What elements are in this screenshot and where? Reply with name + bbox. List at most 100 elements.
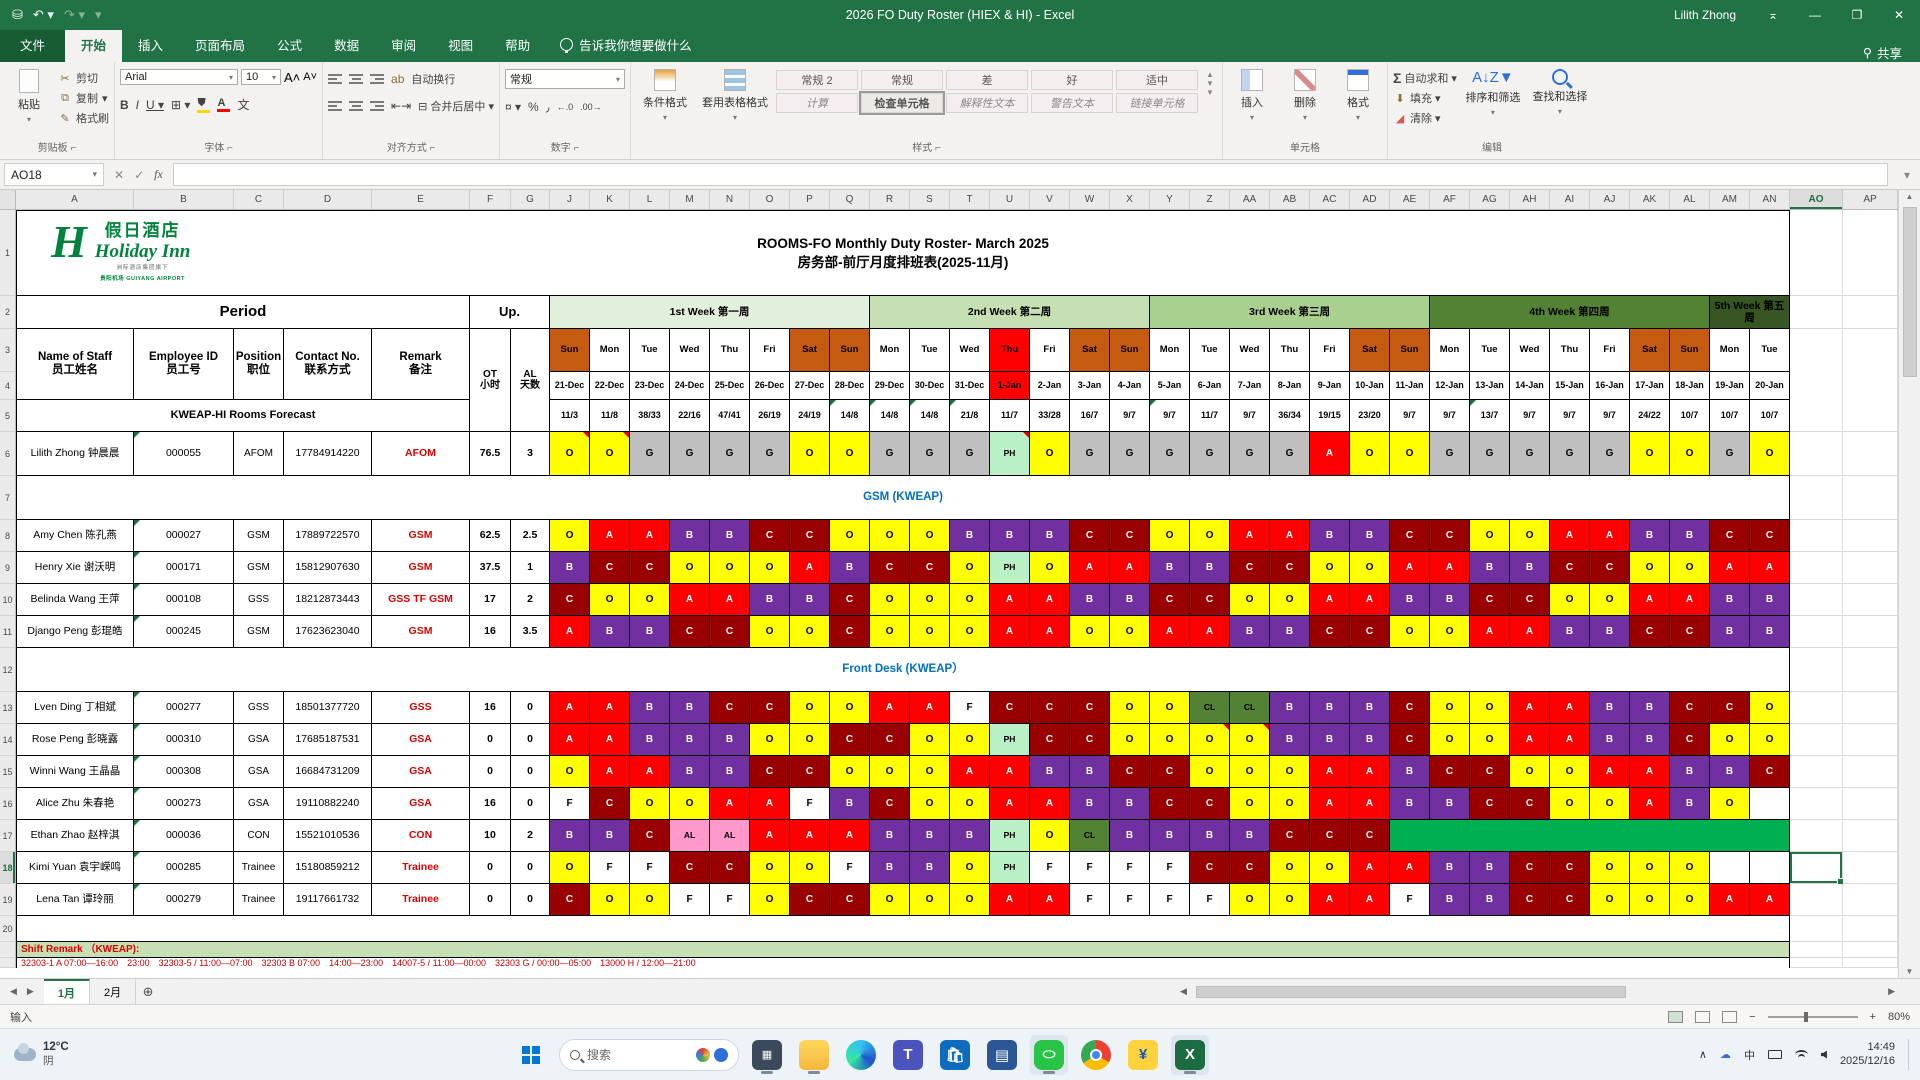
day-name-15-Jan[interactable]: Thu (1550, 329, 1590, 372)
borders-icon[interactable]: ⊞ ▾ (171, 98, 190, 112)
shift-cell-13-Jan[interactable]: C (1470, 756, 1510, 788)
shift-cell-5-Jan[interactable]: C (1150, 584, 1190, 616)
shift-cell-19-Jan[interactable]: B (1710, 756, 1750, 788)
shift-cell-9-Jan[interactable]: A (1310, 884, 1350, 916)
day-name-20-Jan[interactable]: Tue (1750, 329, 1790, 372)
shift-cell-6-Jan[interactable]: B (1190, 820, 1230, 852)
tab-home[interactable]: 开始 (65, 28, 122, 62)
staff-al[interactable]: 2 (511, 820, 550, 852)
shift-cell-2-Jan[interactable]: F (1030, 852, 1070, 884)
shift-cell-26-Dec[interactable]: C (750, 520, 790, 552)
shift-cell-29-Dec[interactable]: O (870, 584, 910, 616)
shift-cell-1-Jan[interactable]: PH (990, 852, 1030, 884)
shrink-font-icon[interactable]: A˅ (303, 71, 317, 83)
row-header-4[interactable]: 4 (0, 372, 16, 400)
column-header-AD[interactable]: AD (1350, 190, 1390, 209)
day-name-18-Jan[interactable]: Sun (1670, 329, 1710, 372)
taskbar-teams[interactable]: T (889, 1035, 927, 1075)
empty-cell[interactable] (1790, 584, 1843, 616)
shift-cell-28-Dec[interactable]: C (830, 724, 870, 756)
shift-cell-26-Dec[interactable]: C (750, 756, 790, 788)
shift-cell-1-Jan[interactable]: B (990, 520, 1030, 552)
staff-position[interactable]: AFOM (234, 432, 284, 476)
shift-cell-18-Jan[interactable]: B (1670, 788, 1710, 820)
shift-cell-24-Dec[interactable]: AL (670, 820, 710, 852)
staff-ot[interactable]: 0 (470, 884, 511, 916)
shift-cell-9-Jan[interactable]: O (1310, 852, 1350, 884)
staff-ot[interactable]: 0 (470, 756, 511, 788)
zoom-out-icon[interactable]: − (1749, 1011, 1755, 1023)
shift-cell-3-Jan[interactable]: C (1070, 520, 1110, 552)
clock[interactable]: 14:49 2025/12/16 (1840, 1041, 1895, 1069)
row-header-16[interactable]: 16 (0, 788, 16, 820)
shift-cell-7-Jan[interactable]: O (1230, 756, 1270, 788)
shift-cell-18-Jan[interactable]: A (1670, 584, 1710, 616)
shift-cell-30-Dec[interactable]: C (910, 552, 950, 584)
week-header-2[interactable]: 2nd Week 第二周 (870, 296, 1150, 329)
shift-cell-13-Jan[interactable]: B (1470, 852, 1510, 884)
shift-cell-3-Jan[interactable]: C (1070, 724, 1110, 756)
shift-cell-24-Dec[interactable]: C (670, 616, 710, 648)
row-header-8[interactable]: 8 (0, 520, 16, 552)
align-top-icon[interactable] (328, 72, 342, 86)
orientation-icon[interactable] (370, 72, 384, 86)
shift-cell-6-Jan[interactable]: C (1190, 788, 1230, 820)
shift-cell-15-Jan[interactable]: C (1550, 852, 1590, 884)
date-30-Dec[interactable]: 30-Dec (910, 372, 950, 400)
shift-cell-9-Jan[interactable]: B (1310, 520, 1350, 552)
shift-cell-12-Jan[interactable]: A (1430, 552, 1470, 584)
shift-cell-15-Jan[interactable]: A (1550, 724, 1590, 756)
cell-style[interactable]: 计算 (776, 93, 858, 113)
shift-cell-30-Dec[interactable]: O (910, 788, 950, 820)
shift-cell-14-Jan[interactable]: C (1510, 852, 1550, 884)
shift-cell-21-Dec[interactable]: C (550, 884, 590, 916)
shift-cell-19-Jan[interactable]: O (1710, 788, 1750, 820)
date-19-Jan[interactable]: 19-Jan (1710, 372, 1750, 400)
staff-contact[interactable]: 18501377720 (284, 692, 372, 724)
decrease-decimal-icon[interactable]: .00→ (580, 102, 602, 112)
shift-cell-22-Dec[interactable]: F (590, 852, 630, 884)
shift-cell-4-Jan[interactable]: O (1110, 616, 1150, 648)
italic-icon[interactable]: I (136, 98, 139, 112)
staff-position[interactable]: GSA (234, 756, 284, 788)
staff-position[interactable]: GSM (234, 552, 284, 584)
staff-name[interactable]: Lilith Zhong 钟晨晨 (16, 432, 134, 476)
row-header-6[interactable]: 6 (0, 432, 16, 476)
cell-style[interactable]: 解释性文本 (946, 93, 1028, 113)
empty-cell[interactable] (1790, 432, 1843, 476)
shift-cell-10-Jan[interactable]: B (1350, 692, 1390, 724)
shift-cell-28-Dec[interactable]: C (830, 616, 870, 648)
restore-button[interactable]: ❐ (1836, 0, 1878, 30)
forecast-28-Dec[interactable]: 14/8 (830, 400, 870, 432)
shift-cell-1-Jan[interactable]: C (990, 692, 1030, 724)
shift-cell-13-Jan[interactable]: G (1470, 432, 1510, 476)
shift-cell-22-Dec[interactable]: O (590, 584, 630, 616)
staff-contact[interactable]: 15521010536 (284, 820, 372, 852)
row-header-10[interactable]: 10 (0, 584, 16, 616)
name-of-staff-header[interactable]: Name of Staff员工姓名 (16, 329, 134, 400)
shift-cell-30-Dec[interactable]: O (910, 884, 950, 916)
shift-cell-9-Jan[interactable]: O (1310, 552, 1350, 584)
staff-al[interactable]: 0 (511, 788, 550, 820)
shift-cell-10-Jan[interactable]: C (1350, 820, 1390, 852)
up-header[interactable]: Up. (470, 296, 550, 329)
shift-cell-13-Jan[interactable]: C (1470, 788, 1510, 820)
shift-cell-23-Dec[interactable]: G (630, 432, 670, 476)
day-name-31-Dec[interactable]: Wed (950, 329, 990, 372)
shift-cell-4-Jan[interactable]: F (1110, 852, 1150, 884)
shift-cell-15-Jan[interactable]: C (1550, 884, 1590, 916)
shift-cell-10-Jan[interactable]: B (1350, 724, 1390, 756)
shift-cell-10-Jan[interactable]: A (1350, 756, 1390, 788)
staff-position[interactable]: CON (234, 820, 284, 852)
shift-cell-18-Jan[interactable]: O (1670, 432, 1710, 476)
shift-cell-14-Jan[interactable]: G (1510, 432, 1550, 476)
vertical-scrollbar[interactable]: ▲▼ (1898, 190, 1920, 978)
row-header-20[interactable]: 20 (0, 916, 16, 942)
shift-cell-23-Dec[interactable]: F (630, 852, 670, 884)
staff-ot[interactable]: 0 (470, 724, 511, 756)
shift-cell-17-Jan[interactable]: B (1630, 520, 1670, 552)
phonetic-icon[interactable]: 文 (237, 96, 249, 113)
fill-color-icon[interactable]: ⛊ (197, 97, 210, 113)
column-header-T[interactable]: T (950, 190, 990, 209)
forecast-23-Dec[interactable]: 38/33 (630, 400, 670, 432)
